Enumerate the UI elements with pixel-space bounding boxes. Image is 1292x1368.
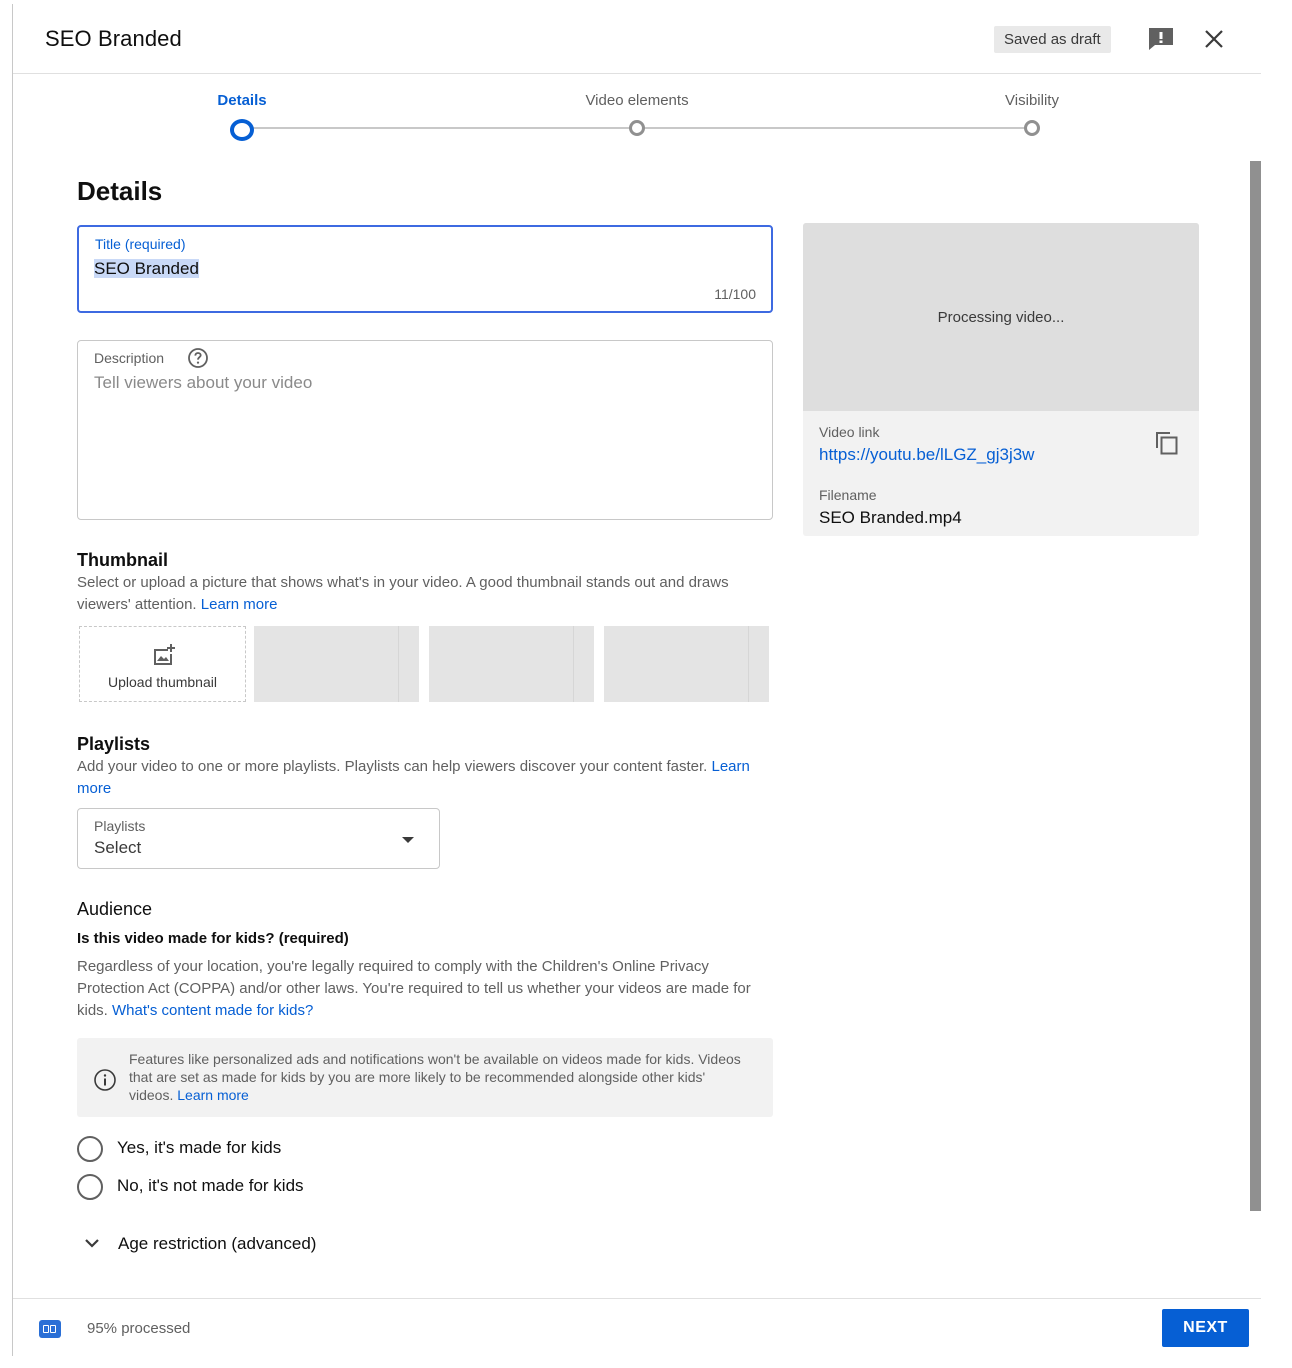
dialog-header: SEO Branded Saved as draft — [13, 4, 1261, 74]
step-connector — [242, 127, 637, 129]
radio-label-yes: Yes, it's made for kids — [117, 1138, 282, 1157]
caret-down-icon — [402, 837, 414, 843]
video-link[interactable]: https://youtu.be/lLGZ_gj3j3w — [819, 445, 1034, 465]
next-button[interactable]: NEXT — [1162, 1309, 1249, 1347]
audience-heading: Audience — [77, 899, 153, 919]
step-visibility[interactable]: Visibility — [1005, 92, 1059, 109]
playlists-heading: Playlists — [77, 734, 151, 754]
thumbnail-description: Select or upload a picture that shows wh… — [77, 574, 729, 613]
help-icon[interactable] — [187, 347, 209, 369]
video-preview-card: Processing video... Video link https://y… — [803, 223, 1199, 536]
description-field[interactable]: Description Tell viewers about your vide… — [77, 340, 773, 520]
radio-label-no: No, it's not made for kids — [117, 1176, 304, 1195]
thumbnail-learn-more-link[interactable]: Learn more — [201, 596, 278, 613]
info-icon — [94, 1069, 116, 1091]
step-dot-details[interactable] — [230, 119, 254, 141]
step-connector — [637, 127, 1032, 129]
playlists-select[interactable]: Playlists Select — [77, 808, 440, 869]
made-for-kids-question: Is this video made for kids? (required) — [77, 930, 349, 947]
made-for-kids-info-box: Features like personalized ads and notif… — [77, 1038, 773, 1117]
step-video-elements[interactable]: Video elements — [585, 92, 688, 109]
radio-button[interactable] — [77, 1174, 103, 1200]
step-dot-visibility[interactable] — [1024, 120, 1040, 136]
description-input[interactable]: Tell viewers about your video — [94, 373, 312, 393]
chevron-down-icon — [85, 1239, 99, 1248]
upload-thumbnail-button[interactable]: Upload thumbnail — [79, 626, 246, 702]
age-restriction-label: Age restriction (advanced) — [118, 1234, 317, 1253]
auto-thumbnail-option[interactable] — [429, 626, 594, 702]
thumbnail-heading: Thumbnail — [77, 550, 168, 570]
processing-progress: 95% processed — [87, 1320, 191, 1337]
made-for-kids-info-link[interactable]: What's content made for kids? — [112, 1002, 313, 1019]
processing-status: Processing video... — [937, 309, 1065, 326]
auto-thumbnail-option[interactable] — [254, 626, 419, 702]
scrollbar[interactable] — [1250, 161, 1261, 1211]
add-photo-icon — [154, 644, 175, 665]
title-field-label: Title (required) — [95, 236, 186, 252]
dialog-footer: 95% processed NEXT — [13, 1298, 1261, 1356]
playlists-description: Add your video to one or more playlists.… — [77, 758, 750, 797]
radio-button[interactable] — [77, 1136, 103, 1162]
video-preview: Processing video... — [803, 223, 1199, 411]
title-input[interactable]: SEO Branded — [94, 259, 199, 279]
upload-thumbnail-label: Upload thumbnail — [108, 674, 217, 690]
description-field-label: Description — [94, 350, 165, 366]
title-field[interactable]: Title (required) SEO Branded 11/100 — [77, 225, 773, 313]
copy-icon[interactable] — [1153, 429, 1181, 457]
feedback-icon[interactable] — [1147, 26, 1175, 52]
upload-dialog: SEO Branded Saved as draft Details Video… — [12, 4, 1261, 1356]
audience-description: Regardless of your location, you're lega… — [77, 958, 751, 1019]
info-box-text: Features like personalized ads and notif… — [129, 1051, 741, 1103]
filename-label: Filename — [819, 487, 877, 503]
title-char-counter: 11/100 — [714, 286, 756, 302]
hd-icon — [39, 1320, 61, 1338]
auto-thumbnail-option[interactable] — [604, 626, 769, 702]
upload-stepper: Details Video elements Visibility — [13, 74, 1261, 154]
step-details[interactable]: Details — [217, 92, 266, 109]
dialog-title: SEO Branded — [45, 26, 182, 51]
filename-value: SEO Branded.mp4 — [819, 508, 962, 527]
step-dot-video-elements[interactable] — [629, 120, 645, 136]
section-title: Details — [77, 176, 163, 206]
playlists-select-label: Playlists — [94, 818, 146, 834]
video-link-label: Video link — [819, 424, 880, 440]
close-icon[interactable] — [1201, 26, 1227, 52]
playlists-select-value: Select — [94, 838, 142, 857]
draft-status-badge: Saved as draft — [994, 26, 1111, 53]
info-learn-more-link[interactable]: Learn more — [177, 1087, 249, 1103]
